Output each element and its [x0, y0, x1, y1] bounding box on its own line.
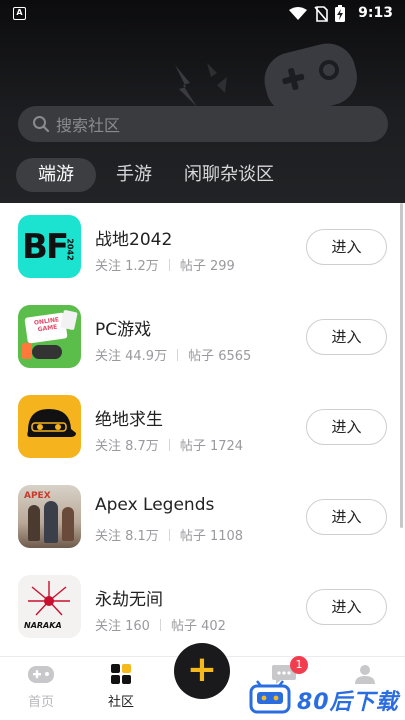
followers-count: 关注 8.7万 — [95, 439, 159, 454]
nav-community[interactable]: 社区 — [91, 663, 151, 710]
app-notification-icon: A — [13, 7, 26, 20]
enter-button[interactable]: 进入 — [306, 499, 387, 535]
status-time: 9:13 — [358, 5, 393, 21]
posts-count: 帖子 402 — [170, 619, 226, 634]
followers-count: 关注 160 — [95, 619, 150, 634]
posts-count: 帖子 1108 — [179, 529, 244, 544]
search-icon — [33, 116, 50, 133]
robot-logo-icon — [249, 680, 291, 714]
posts-count: 帖子 299 — [179, 259, 235, 274]
naraka-logo: NARAKA — [18, 575, 81, 638]
list-item[interactable]: 绝地求生 关注 8.7万 帖子 1724 进入 — [0, 383, 405, 473]
status-bar: A 9:13 — [0, 0, 405, 28]
enter-button[interactable]: 进入 — [306, 409, 387, 445]
battlefield-logo: BF 2042 — [18, 215, 81, 278]
grid-icon — [111, 664, 131, 684]
gamepad-home-icon — [28, 666, 54, 683]
wifi-icon — [289, 6, 307, 20]
enter-button[interactable]: 进入 — [306, 589, 387, 625]
community-name: 战地2042 — [95, 230, 173, 250]
message-badge: 1 — [290, 656, 308, 674]
divider — [168, 528, 170, 541]
divider — [177, 348, 179, 361]
scrollbar[interactable] — [400, 203, 403, 528]
pubg-helmet-logo — [18, 395, 81, 458]
search-placeholder: 搜索社区 — [56, 116, 121, 135]
nav-home-label: 首页 — [27, 695, 54, 710]
apex-legends-logo: APEX — [18, 485, 81, 548]
community-name: Apex Legends — [95, 495, 215, 515]
battery-charging-icon — [335, 5, 345, 22]
list-item[interactable]: APEX Apex Legends 关注 8.1万 帖子 1108 进入 — [0, 473, 405, 563]
watermark: 80后下载 — [245, 680, 405, 720]
nav-home[interactable]: 首页 — [11, 663, 71, 710]
posts-count: 帖子 6565 — [188, 349, 252, 364]
list-item[interactable]: BF 2042 战地2042 关注 1.2万 帖子 299 进入 — [0, 203, 405, 293]
enter-button[interactable]: 进入 — [306, 319, 387, 355]
divider — [168, 438, 170, 451]
divider — [168, 258, 170, 271]
community-name: 永劫无间 — [95, 590, 163, 610]
followers-count: 关注 44.9万 — [95, 349, 168, 364]
enter-button[interactable]: 进入 — [306, 229, 387, 265]
header-banner: A 9:13 搜索社区 端游 手游 闲聊杂谈区 — [0, 0, 405, 203]
create-post-button[interactable]: + — [174, 643, 230, 699]
divider — [159, 618, 161, 631]
tab-pc-games[interactable]: 端游 — [16, 158, 96, 192]
posts-count: 帖子 1724 — [179, 439, 244, 454]
tab-mobile-games[interactable]: 手游 — [104, 158, 164, 192]
community-list: BF 2042 战地2042 关注 1.2万 帖子 299 进入 ONLINE … — [0, 203, 405, 656]
community-name: PC游戏 — [95, 320, 152, 340]
followers-count: 关注 8.1万 — [95, 529, 159, 544]
list-item[interactable]: NARAKA 永劫无间 关注 160 帖子 402 进入 — [0, 563, 405, 653]
search-input[interactable]: 搜索社区 — [18, 106, 388, 142]
watermark-text: 80后下载 — [297, 690, 399, 715]
followers-count: 关注 1.2万 — [95, 259, 159, 274]
pc-games-logo: ONLINE GAME — [18, 305, 81, 368]
tab-chat-zone[interactable]: 闲聊杂谈区 — [172, 158, 286, 192]
nav-community-label: 社区 — [107, 695, 134, 710]
no-sim-icon — [314, 5, 328, 22]
community-name: 绝地求生 — [95, 410, 163, 430]
list-item[interactable]: ONLINE GAME PC游戏 关注 44.9万 帖子 6565 进入 — [0, 293, 405, 383]
category-tabs: 端游 手游 闲聊杂谈区 — [16, 158, 286, 192]
